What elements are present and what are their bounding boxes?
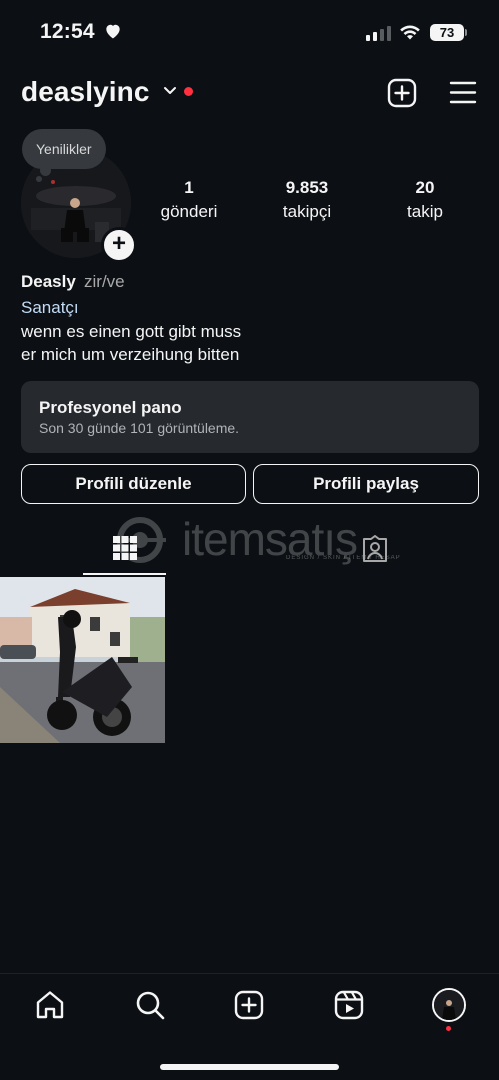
wifi-icon — [400, 25, 420, 40]
dashboard-title: Profesyonel pano — [39, 398, 182, 417]
avatar-mini — [434, 990, 464, 1020]
stat-followers[interactable]: 9.853 takipçi — [252, 178, 362, 222]
stat-followers-label: takipçi — [282, 202, 332, 221]
profile-display-name: Deasly — [21, 272, 76, 291]
plus-square-icon[interactable] — [234, 990, 264, 1020]
status-time: 12:54 — [40, 20, 95, 43]
signal-icon — [366, 26, 391, 41]
stat-following-label: takip — [407, 202, 443, 221]
plus-square-icon[interactable] — [387, 78, 417, 108]
profile-tab-avatar[interactable] — [432, 988, 466, 1022]
note-bubble[interactable]: Yenilikler — [22, 129, 106, 169]
edit-profile-button[interactable]: Profili düzenle — [21, 464, 246, 504]
home-icon[interactable] — [35, 990, 65, 1020]
stat-following-value: 20 — [415, 178, 435, 197]
heart-icon — [106, 24, 120, 39]
stat-posts-value: 1 — [184, 178, 194, 197]
bio-line: er mich um verzeihung bitten — [21, 345, 240, 364]
home-indicator — [160, 1064, 339, 1070]
hamburger-menu-icon[interactable] — [449, 80, 477, 105]
stat-following[interactable]: 20 takip — [370, 178, 480, 222]
active-tab-indicator — [83, 573, 166, 575]
battery-nub — [465, 29, 467, 36]
profile-username[interactable]: deaslyinc — [21, 76, 150, 108]
stat-posts[interactable]: 1 gönderi — [134, 178, 244, 222]
profile-pronouns: zir/ve — [84, 272, 125, 291]
profile-category: Sanatçı — [21, 298, 79, 317]
post-image — [0, 577, 165, 743]
post-thumbnail[interactable] — [0, 577, 165, 743]
profile-bio: wenn es einen gott gibt muss er mich um … — [21, 320, 241, 366]
add-story-button[interactable]: + — [101, 227, 137, 263]
bio-line: wenn es einen gott gibt muss — [21, 322, 242, 341]
tagged-icon[interactable] — [361, 535, 389, 563]
notification-dot — [446, 1026, 451, 1031]
notification-dot — [184, 87, 193, 96]
grid-icon[interactable] — [112, 535, 138, 561]
bottom-nav-divider — [0, 973, 499, 974]
battery-icon: 73 — [430, 24, 464, 41]
reels-icon[interactable] — [334, 990, 364, 1020]
dashboard-subtitle: Son 30 günde 101 görüntüleme. — [39, 420, 240, 436]
chevron-down-icon[interactable] — [163, 86, 177, 96]
share-profile-button[interactable]: Profili paylaş — [253, 464, 479, 504]
stat-followers-value: 9.853 — [285, 178, 329, 197]
note-bubble-tail — [36, 176, 42, 182]
stat-posts-label: gönderi — [160, 202, 218, 221]
search-icon[interactable] — [135, 990, 165, 1020]
